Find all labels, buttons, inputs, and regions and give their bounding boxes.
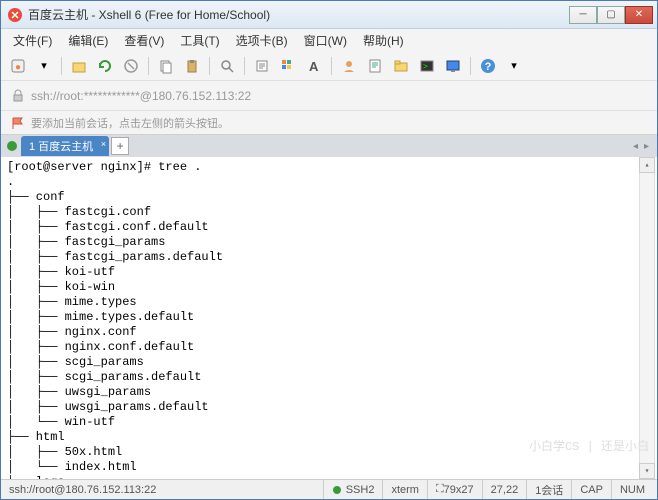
menu-file[interactable]: 文件(F) [5, 30, 60, 51]
menu-window[interactable]: 窗口(W) [296, 30, 355, 51]
dropdown2-icon[interactable]: ▾ [503, 55, 525, 77]
status-sessions: 1会话 [526, 480, 571, 499]
open-button[interactable] [68, 55, 90, 77]
tab-nav: ◂ ▸ [633, 141, 655, 152]
font-button[interactable]: A [303, 55, 325, 77]
window-controls: ─ ▢ ✕ [569, 6, 653, 24]
new-tab-button[interactable]: + [111, 137, 129, 155]
dropdown-icon[interactable]: ▾ [33, 55, 55, 77]
scroll-up-icon[interactable]: ▴ [639, 157, 655, 173]
color-button[interactable] [277, 55, 299, 77]
paste-button[interactable] [181, 55, 203, 77]
flag-icon [11, 116, 25, 130]
watermark: 小白学CS | 还是小白 [529, 440, 649, 455]
user-button[interactable] [338, 55, 360, 77]
svg-text:●: ● [15, 62, 21, 73]
menu-help[interactable]: 帮助(H) [355, 30, 412, 51]
terminal[interactable]: [root@server nginx]# tree . . ├── conf │… [1, 157, 657, 479]
menu-tools[interactable]: 工具(T) [172, 30, 227, 51]
session-tab[interactable]: 1 百度云主机 × [21, 136, 109, 156]
svg-text:?: ? [485, 61, 492, 73]
monitor-button[interactable] [442, 55, 464, 77]
new-session-button[interactable]: ● [7, 55, 29, 77]
maximize-button[interactable]: ▢ [597, 6, 625, 24]
command: tree . [158, 160, 201, 174]
lock-icon [11, 89, 25, 103]
reconnect-button[interactable] [94, 55, 116, 77]
address-text[interactable]: ssh://root:************@180.76.152.113:2… [31, 89, 251, 103]
status-connection: ssh://root@180.76.152.113:22 [5, 480, 323, 499]
minimize-button[interactable]: ─ [569, 6, 597, 24]
app-icon [7, 7, 23, 23]
session-status-icon [7, 141, 17, 151]
window-title: 百度云主机 - Xshell 6 (Free for Home/School) [28, 6, 569, 23]
titlebar: 百度云主机 - Xshell 6 (Free for Home/School) … [1, 1, 657, 29]
menubar: 文件(F) 编辑(E) 查看(V) 工具(T) 选项卡(B) 窗口(W) 帮助(… [1, 29, 657, 51]
script-button[interactable] [364, 55, 386, 77]
prompt-1: [root@server nginx]# [7, 160, 158, 174]
tab-label: 1 百度云主机 [29, 138, 93, 154]
app-window: 百度云主机 - Xshell 6 (Free for Home/School) … [0, 0, 658, 500]
help-button[interactable]: ? [477, 55, 499, 77]
menu-tabs[interactable]: 选项卡(B) [228, 30, 296, 51]
status-cap: CAP [571, 480, 611, 499]
tab-close-icon[interactable]: × [101, 139, 106, 149]
status-num: NUM [611, 480, 653, 499]
scroll-track[interactable] [639, 173, 655, 463]
warning-text: 要添加当前会话，点击左侧的箭头按钮。 [31, 115, 229, 131]
tab-prev-icon[interactable]: ◂ [633, 141, 638, 152]
disconnect-button[interactable] [120, 55, 142, 77]
status-pos: 27,22 [482, 480, 527, 499]
folder-button[interactable] [390, 55, 412, 77]
statusbar: ssh://root@180.76.152.113:22 SSH2 xterm … [1, 479, 657, 499]
toolbar: ● ▾ A > ? ▾ [1, 51, 657, 81]
addressbar: ssh://root:************@180.76.152.113:2… [1, 81, 657, 111]
menu-view[interactable]: 查看(V) [116, 30, 172, 51]
close-button[interactable]: ✕ [625, 6, 653, 24]
status-term: xterm [382, 480, 427, 499]
properties-button[interactable] [251, 55, 273, 77]
find-button[interactable] [216, 55, 238, 77]
menu-edit[interactable]: 编辑(E) [60, 30, 116, 51]
svg-text:>: > [423, 62, 428, 71]
copy-button[interactable] [155, 55, 177, 77]
scroll-down-icon[interactable]: ▾ [639, 463, 655, 479]
scrollbar[interactable]: ▴ ▾ [639, 157, 655, 479]
status-proto: SSH2 [323, 480, 383, 499]
warning-bar: 要添加当前会话，点击左侧的箭头按钮。 [1, 111, 657, 135]
status-size: ⛶ 79x27 [427, 480, 482, 499]
tabbar: 1 百度云主机 × + ◂ ▸ [1, 135, 657, 157]
svg-text:A: A [309, 59, 319, 74]
terminal-button[interactable]: > [416, 55, 438, 77]
terminal-output: . ├── conf │ ├── fastcgi.conf │ ├── fast… [7, 175, 223, 479]
tab-next-icon[interactable]: ▸ [644, 141, 649, 152]
